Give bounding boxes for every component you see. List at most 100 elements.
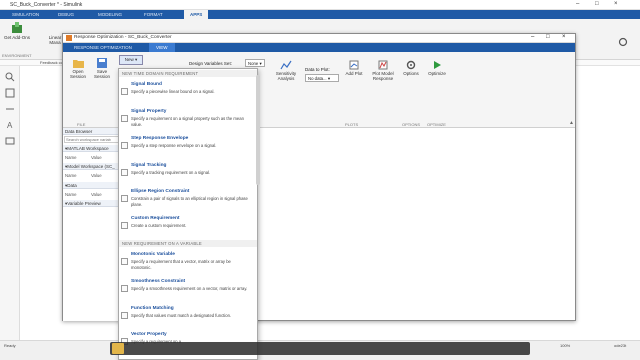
- design-vars-value: None: [248, 61, 259, 66]
- maximize-icon[interactable]: □: [595, 1, 599, 7]
- model-workspace-header[interactable]: ▾Model Workspace (SC_: [63, 163, 121, 170]
- dialog-close-icon[interactable]: ×: [562, 34, 566, 40]
- design-vars-label: Design Variables Set:: [189, 61, 232, 66]
- smoothness-desc: Specify a smoothness requirement on a ve…: [131, 286, 248, 291]
- variable-preview-label: Variable Preview: [67, 201, 101, 206]
- step-response-desc: Specify a step response envelope on a si…: [131, 143, 217, 148]
- data-header[interactable]: ▾Data: [63, 182, 121, 189]
- signal-property-desc: Specify a requirement on a signal proper…: [131, 116, 244, 127]
- design-vars-select[interactable]: None ▾: [245, 59, 265, 67]
- optimize-label: Optimize: [428, 71, 446, 76]
- text-icon[interactable]: A: [5, 120, 15, 130]
- dialog-tab-strip: RESPONSE OPTIMIZATION VIEW: [63, 43, 575, 52]
- save-session-button[interactable]: Save Session: [91, 58, 113, 79]
- tab-apps[interactable]: APPS: [184, 10, 209, 19]
- add-plot-icon: [349, 60, 359, 70]
- open-session-label: Open Session: [69, 69, 86, 79]
- col-value-1: Value: [91, 155, 102, 160]
- function-matching-title: Function Matching: [131, 306, 174, 311]
- options-label: Options: [403, 71, 419, 76]
- tab-modeling[interactable]: MODELING: [98, 12, 122, 17]
- folder-icon: [72, 60, 84, 68]
- plot-response-icon: [378, 60, 388, 70]
- variable-section-header: NEW REQUIREMENT ON A VARIABLE: [119, 240, 257, 247]
- step-response-title: Step Response Envelope: [131, 136, 189, 141]
- svg-text:A: A: [7, 121, 13, 130]
- signal-property-title: Signal Property: [131, 109, 167, 114]
- ellipse-region-icon: [121, 195, 128, 202]
- optimize-section-label: OPTIMIZE: [427, 122, 446, 127]
- custom-requirement-item[interactable]: Custom Requirement Create a custom requi…: [119, 216, 257, 240]
- function-matching-desc: Specify that values must match a designa…: [131, 313, 232, 318]
- plot-model-response-button[interactable]: Plot Model Response: [369, 60, 397, 81]
- smoothness-icon: [121, 285, 128, 292]
- signal-tracking-item[interactable]: Signal Tracking Specify a tracking requi…: [119, 163, 257, 189]
- ellipse-region-item[interactable]: Ellipse Region Constraint Constrain a pa…: [119, 189, 257, 215]
- ribbon-collapse-icon[interactable]: ▲: [569, 120, 574, 126]
- col-value-2: Value: [91, 173, 102, 178]
- plot-model-response-label: Plot Model Response: [372, 71, 394, 81]
- smoothness-constraint-item[interactable]: Smoothness Constraint Specify a smoothne…: [119, 279, 257, 305]
- new-requirement-button[interactable]: New ▾: [119, 55, 143, 65]
- workspace-search-input[interactable]: [64, 136, 120, 143]
- addons-icon: [12, 22, 22, 33]
- ellipse-region-desc: Constrain a pair of signals to an ellipt…: [131, 196, 248, 207]
- options-gear-icon: [406, 60, 416, 70]
- status-ready: Ready: [4, 343, 16, 348]
- data-to-plot-label: Data to Plot:: [305, 67, 330, 72]
- open-session-button[interactable]: Open Session: [67, 58, 89, 79]
- sensitivity-analysis-button[interactable]: Sensitivity Analysis: [273, 60, 299, 81]
- dropdown-scrollbar[interactable]: [256, 75, 260, 185]
- minimize-icon[interactable]: –: [576, 1, 579, 7]
- ellipse-region-title: Ellipse Region Constraint: [131, 189, 190, 194]
- tab-response-optimization[interactable]: RESPONSE OPTIMIZATION: [67, 43, 139, 52]
- signal-property-icon: [121, 115, 128, 122]
- play-pause-icon[interactable]: [112, 343, 124, 354]
- simulink-tab-strip: SIMULATION DEBUG MODELING FORMAT APPS: [0, 10, 640, 19]
- tab-debug[interactable]: DEBUG: [58, 12, 74, 17]
- new-label: New: [124, 57, 134, 62]
- video-player-bar[interactable]: [110, 342, 530, 355]
- canvas-toolbar: A: [0, 66, 20, 340]
- zoom-in-icon[interactable]: [5, 72, 15, 82]
- fit-view-icon[interactable]: [5, 88, 15, 98]
- get-addons-button[interactable]: Get Add-Ons: [4, 22, 30, 40]
- step-response-envelope-item[interactable]: Step Response Envelope Specify a step re…: [119, 136, 257, 162]
- variable-preview-header[interactable]: ▾Variable Preview: [63, 200, 121, 207]
- dialog-maximize-icon[interactable]: □: [546, 34, 550, 40]
- monotonic-desc: Specify a requirement that a vector, mat…: [131, 259, 231, 270]
- options-section-label: OPTIONS: [402, 122, 421, 127]
- data-to-plot-select[interactable]: No data... ▾: [305, 74, 339, 82]
- gear-icon[interactable]: [618, 37, 628, 47]
- signal-bound-item[interactable]: Signal Bound Specify a piecewise linear …: [119, 82, 257, 108]
- sensitivity-label: Sensitivity Analysis: [275, 71, 297, 81]
- image-icon[interactable]: [5, 136, 15, 146]
- signal-property-item[interactable]: Signal Property Specify a requirement on…: [119, 109, 257, 135]
- col-name-2: Name: [65, 173, 77, 178]
- custom-requirement-desc: Create a custom requirement.: [131, 223, 187, 228]
- monotonic-variable-item[interactable]: Monotonic Variable Specify a requirement…: [119, 252, 257, 278]
- matlab-workspace-header[interactable]: ▾MATLAB Workspace: [63, 145, 121, 152]
- step-response-icon: [121, 142, 128, 149]
- solver-name: ode23t: [614, 343, 627, 348]
- zoom-level: 100%: [560, 343, 571, 348]
- tab-simulation[interactable]: SIMULATION: [12, 12, 39, 17]
- function-matching-item[interactable]: Function Matching Specify that values mu…: [119, 306, 257, 332]
- file-section-label: FILE: [77, 122, 86, 127]
- add-plot-button[interactable]: Add Plot: [343, 60, 365, 76]
- dialog-title-bar: Response Optimization - SC_Buck_Converte…: [63, 34, 575, 43]
- dialog-title: Response Optimization - SC_Buck_Converte…: [74, 35, 172, 40]
- custom-requirement-title: Custom Requirement: [131, 216, 180, 221]
- optimize-button[interactable]: Optimize: [425, 60, 449, 76]
- col-name-1: Name: [65, 155, 77, 160]
- dialog-minimize-icon[interactable]: –: [531, 34, 534, 40]
- tab-format[interactable]: FORMAT: [144, 12, 163, 17]
- tab-view[interactable]: VIEW: [149, 43, 175, 52]
- close-icon[interactable]: ×: [614, 1, 618, 7]
- save-session-label: Save Session: [93, 69, 110, 79]
- arrow-icon[interactable]: [5, 104, 15, 114]
- options-button[interactable]: Options: [400, 60, 422, 76]
- signal-tracking-icon: [121, 169, 128, 176]
- data-browser-header: Data Browser: [63, 128, 121, 135]
- linear-label: Linear Mana: [48, 35, 62, 45]
